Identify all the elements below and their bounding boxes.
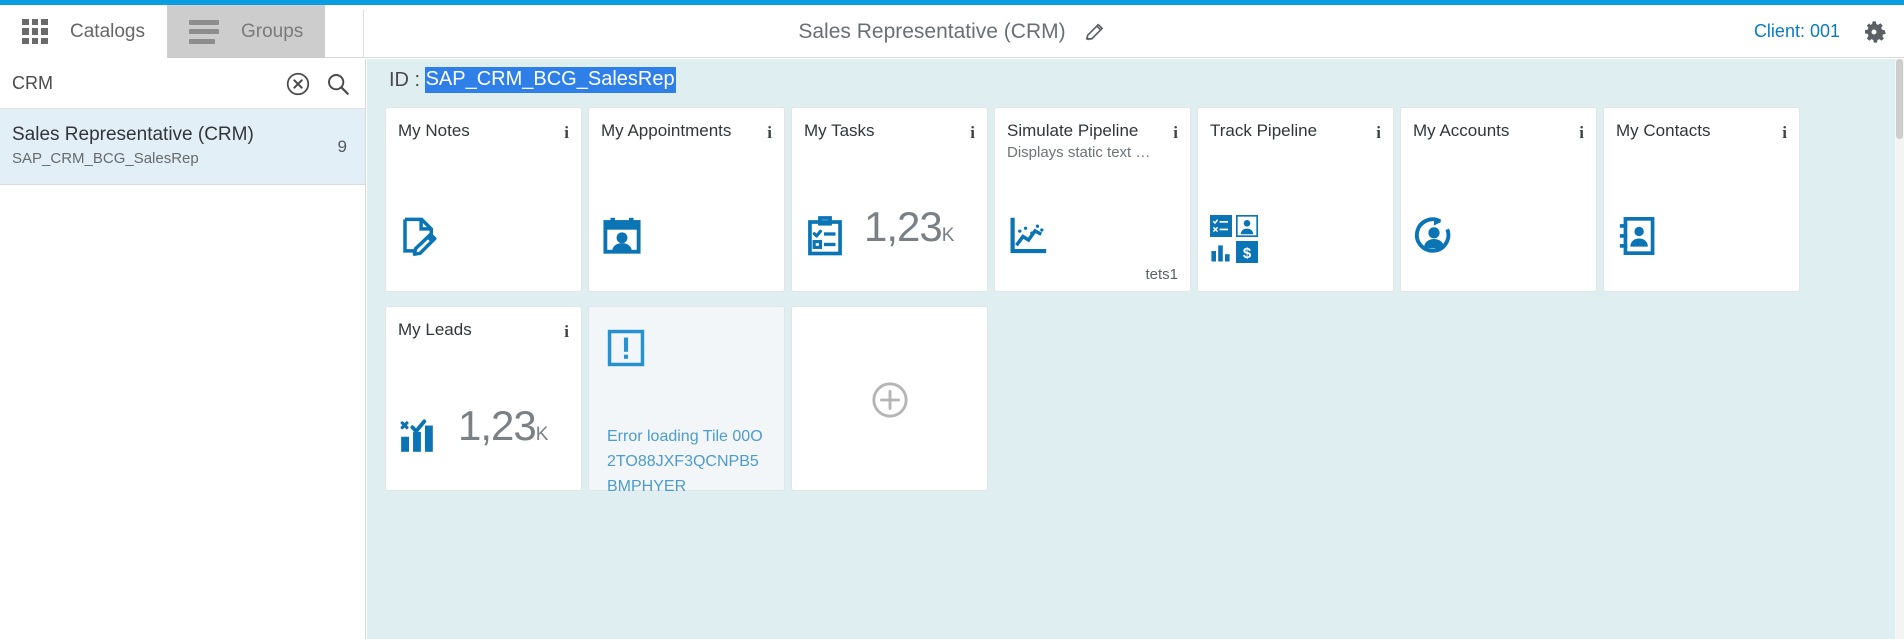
tile-header: My Tasks i — [804, 120, 975, 142]
info-icon[interactable]: i — [767, 124, 772, 142]
header-divider — [363, 10, 364, 58]
plus-circle-icon[interactable] — [871, 381, 909, 419]
tile-my-notes[interactable]: My Notes i — [385, 107, 582, 292]
tile-header: My Notes i — [398, 120, 569, 142]
scrollbar-thumb[interactable] — [1896, 59, 1903, 139]
tile-body — [398, 215, 569, 257]
tile-add-placeholder[interactable] — [791, 306, 988, 491]
bar-chart-icon — [1210, 241, 1232, 263]
svg-text:$: $ — [1243, 245, 1252, 262]
info-icon[interactable]: i — [970, 124, 975, 142]
search-input[interactable] — [12, 73, 285, 94]
info-icon[interactable]: i — [1376, 124, 1381, 142]
catalog-list: Sales Representative (CRM) SAP_CRM_BCG_S… — [0, 109, 365, 185]
error-message: Error loading Tile 00O2TO88JXF3QCNPB5BMP… — [607, 424, 766, 499]
tab-catalogs-label: Catalogs — [70, 21, 145, 43]
hamburger-icon — [189, 20, 219, 44]
tile-grid: My Notes i — [367, 101, 1887, 491]
catalog-list-item[interactable]: Sales Representative (CRM) SAP_CRM_BCG_S… — [0, 109, 365, 185]
tiles-content-area: ID : SAP_CRM_BCG_SalesRep My Notes i — [367, 59, 1895, 639]
tile-kpi-value: 1,23 — [458, 402, 536, 449]
tile-header: My Accounts i — [1413, 120, 1584, 142]
tile-track-pipeline[interactable]: Track Pipeline i — [1197, 107, 1394, 292]
dollar-icon: $ — [1236, 241, 1258, 263]
tile-title: My Leads — [398, 319, 543, 341]
clear-circle-icon[interactable] — [285, 71, 311, 97]
contacts-book-icon — [1616, 215, 1658, 257]
catalog-item-id: SAP_CRM_BCG_SalesRep — [12, 148, 349, 170]
grid-icon — [22, 19, 48, 45]
tab-groups[interactable]: Groups — [167, 5, 325, 58]
line-chart-icon — [1007, 215, 1049, 257]
tile-title: My Accounts — [1413, 120, 1558, 142]
fiori-launchpad-designer: Catalogs Groups Sales Representative (CR… — [0, 0, 1904, 639]
tile-title: My Notes — [398, 120, 543, 142]
tile-header: My Contacts i — [1616, 120, 1787, 142]
pencil-icon[interactable] — [1084, 21, 1106, 43]
header-right-actions: Client: 001 — [1754, 5, 1904, 58]
catalog-sidebar: Sales Representative (CRM) SAP_CRM_BCG_S… — [0, 59, 366, 639]
tile-body — [1616, 215, 1787, 257]
task-clipboard-icon — [804, 215, 846, 257]
tile-body: $ — [1210, 215, 1381, 257]
app-header: Catalogs Groups Sales Representative (CR… — [0, 5, 1904, 58]
client-label[interactable]: Client: 001 — [1754, 21, 1840, 42]
tab-catalogs[interactable]: Catalogs — [0, 5, 167, 58]
header-nav-tabs: Catalogs Groups — [0, 5, 325, 58]
four-square-icons: $ — [1210, 215, 1252, 257]
tile-header: My Appointments i — [601, 120, 772, 142]
note-edit-icon — [398, 215, 440, 257]
tile-header: My Leads i — [398, 319, 569, 341]
tile-title: Track Pipeline — [1210, 120, 1355, 142]
catalog-id-bar: ID : SAP_CRM_BCG_SalesRep — [367, 59, 1895, 101]
tile-simulate-pipeline[interactable]: Simulate Pipeline Displays static text a… — [994, 107, 1191, 292]
calendar-person-icon — [601, 215, 643, 257]
tile-subtitle: Displays static text and i… — [1007, 143, 1152, 163]
gear-icon[interactable] — [1860, 18, 1888, 46]
page-title: Sales Representative (CRM) — [798, 20, 1065, 44]
catalog-item-title: Sales Representative (CRM) — [12, 122, 349, 147]
tile-body: 1,23K — [804, 206, 975, 257]
info-icon[interactable]: i — [564, 323, 569, 341]
tile-body — [1413, 215, 1584, 257]
checklist-icon — [1210, 215, 1232, 237]
info-icon[interactable]: i — [1782, 124, 1787, 142]
magnifier-icon[interactable] — [325, 71, 351, 97]
tile-my-leads[interactable]: My Leads i 1,23K — [385, 306, 582, 491]
catalog-id-value[interactable]: SAP_CRM_BCG_SalesRep — [425, 67, 676, 93]
tile-title: My Tasks — [804, 120, 949, 142]
tile-title: Simulate Pipeline — [1007, 120, 1152, 142]
catalog-id-label: ID : — [389, 69, 420, 92]
bar-chart-check-icon — [398, 414, 440, 456]
tile-my-tasks[interactable]: My Tasks i 1,23K — [791, 107, 988, 292]
tile-error[interactable]: Error loading Tile 00O2TO88JXF3QCNPB5BMP… — [588, 306, 785, 491]
tile-kpi-number: 1,23K — [458, 405, 547, 456]
tile-footer: tets1 — [1145, 266, 1178, 283]
tile-header: Simulate Pipeline Displays static text a… — [1007, 120, 1178, 163]
account-refresh-icon — [1413, 215, 1455, 257]
tile-kpi-unit: K — [536, 424, 548, 445]
tile-my-accounts[interactable]: My Accounts i — [1400, 107, 1597, 292]
content-scrollbar[interactable] — [1895, 59, 1904, 639]
tile-title: My Contacts — [1616, 120, 1761, 142]
tile-kpi-value: 1,23 — [864, 203, 942, 250]
tile-my-contacts[interactable]: My Contacts i — [1603, 107, 1800, 292]
tile-body — [1007, 215, 1178, 257]
error-exclamation-icon — [607, 354, 645, 371]
search-bar — [0, 59, 365, 109]
tile-kpi-unit: K — [942, 225, 954, 246]
tab-groups-label: Groups — [241, 21, 303, 43]
tile-body: 1,23K — [398, 405, 569, 456]
info-icon[interactable]: i — [564, 124, 569, 142]
tile-header: Track Pipeline i — [1210, 120, 1381, 142]
tile-body — [601, 215, 772, 257]
person-icon — [1236, 215, 1258, 237]
catalog-item-count: 9 — [338, 137, 347, 157]
tile-my-appointments[interactable]: My Appointments i — [588, 107, 785, 292]
info-icon[interactable]: i — [1579, 124, 1584, 142]
info-icon[interactable]: i — [1173, 124, 1178, 142]
tile-kpi-number: 1,23K — [864, 206, 953, 257]
tile-title: My Appointments — [601, 120, 746, 142]
